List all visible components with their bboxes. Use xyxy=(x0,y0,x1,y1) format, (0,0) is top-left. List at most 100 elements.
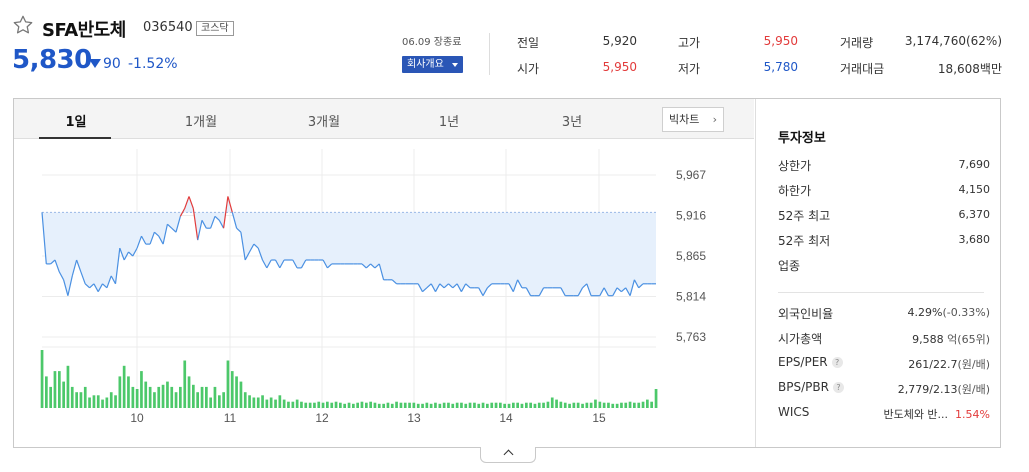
volume-bar xyxy=(109,392,113,408)
current-price: 5,830 xyxy=(12,45,92,75)
volume-bar xyxy=(330,402,334,408)
volume-bar xyxy=(594,399,597,408)
bps-pbr-unit: (원/배) xyxy=(957,383,990,396)
volume-bar xyxy=(174,392,178,408)
volume-bar xyxy=(334,401,338,408)
volume-bar xyxy=(386,402,390,408)
tab-1day[interactable]: 1일 xyxy=(36,111,116,130)
lower-limit-label: 하한가 xyxy=(778,184,812,198)
volume-bar xyxy=(525,402,528,408)
volume-bar xyxy=(373,402,377,408)
upper-limit-label: 상한가 xyxy=(778,159,812,173)
volume-bar xyxy=(192,384,195,408)
company-overview-button[interactable]: 회사개요 xyxy=(402,56,463,73)
big-chart-label: 빅차트 xyxy=(669,113,700,126)
help-icon[interactable]: ? xyxy=(832,382,844,393)
volume-bar xyxy=(218,395,221,408)
volume-bar xyxy=(304,402,308,408)
volume-bar xyxy=(83,386,87,408)
star-icon[interactable] xyxy=(12,14,34,36)
big-chart-button[interactable]: 빅차트 › xyxy=(662,107,724,132)
volume-bar xyxy=(455,402,459,408)
volume-bar xyxy=(243,392,247,408)
volume-bar xyxy=(140,371,143,408)
volume-bar xyxy=(144,381,148,408)
volume-bar xyxy=(118,376,122,408)
volume-bar xyxy=(512,402,515,408)
volume-bar xyxy=(620,402,623,408)
volume-bar xyxy=(291,401,295,408)
volume-bar xyxy=(408,402,411,408)
help-icon[interactable]: ? xyxy=(831,357,843,368)
volume-bar xyxy=(53,371,57,408)
volume-bar xyxy=(416,403,420,408)
volume-bar xyxy=(196,392,199,408)
volume-bar xyxy=(641,401,645,408)
volume-bar xyxy=(568,403,571,408)
volume-bar xyxy=(122,365,126,408)
volume-bar xyxy=(179,386,182,408)
volume-bar xyxy=(425,402,429,408)
volume-bar xyxy=(611,403,615,408)
tab-3months[interactable]: 3개월 xyxy=(284,111,364,130)
stock-code: 036540 xyxy=(143,20,193,35)
prev-close-label: 전일 xyxy=(517,36,540,50)
volume-bar xyxy=(278,395,282,408)
eps-per-text: EPS/PER xyxy=(778,355,828,369)
tab-3years[interactable]: 3년 xyxy=(532,111,612,130)
volume-bar xyxy=(213,386,217,408)
wics-sector[interactable]: 반도체와 반... xyxy=(883,408,948,421)
volume-bar xyxy=(442,402,446,408)
volume-bar xyxy=(486,403,489,408)
foreign-ratio-value: 4.29%(-0.33%) xyxy=(908,306,990,319)
market-cap-label: 시가총액 xyxy=(778,332,823,346)
volume-bar xyxy=(153,392,156,408)
volume-bar xyxy=(261,395,264,408)
volume-bar xyxy=(395,401,398,408)
x-tick-label: 13 xyxy=(407,411,421,425)
52w-high-label: 52주 최고 xyxy=(778,209,831,223)
price-area xyxy=(42,196,656,296)
volume-bar xyxy=(75,392,78,408)
volume-bar xyxy=(360,401,364,408)
volume-bar xyxy=(542,402,545,408)
volume-bar xyxy=(339,402,342,408)
volume-bar xyxy=(633,402,636,408)
open-value: 5,950 xyxy=(602,60,637,74)
volume-bar xyxy=(516,402,519,408)
volume-bar xyxy=(101,399,104,408)
eps-per-value: 261/22.7(원/배) xyxy=(908,356,990,372)
volume-value: 3,174,760(62%) xyxy=(904,34,1002,48)
wics-sector-change: 1.54% xyxy=(955,408,990,421)
volume-bar xyxy=(205,386,208,408)
foreign-ratio-label: 외국인비율 xyxy=(778,307,834,321)
volume-bar xyxy=(576,402,580,408)
volume-bar xyxy=(356,402,359,408)
volume-bar xyxy=(114,395,117,408)
caret-down-icon xyxy=(452,63,458,67)
volume-bar xyxy=(230,371,234,408)
volume-bar xyxy=(628,401,632,408)
intraday-chart[interactable]: 5,967 5,916 5,865 5,814 5,763 10 11 12 13 14 15 xyxy=(14,139,754,449)
tab-1year[interactable]: 1년 xyxy=(409,111,489,130)
x-tick-label: 15 xyxy=(592,411,606,425)
volume-bar xyxy=(187,376,191,408)
volume-bar xyxy=(222,392,225,408)
stock-name: SFA반도체 xyxy=(42,20,126,41)
volume-bar xyxy=(429,403,433,408)
tab-1month[interactable]: 1개월 xyxy=(161,111,241,130)
period-tabs: 1일 1개월 3개월 1년 3년 빅차트 › xyxy=(14,99,754,139)
wics-value: 반도체와 반... 1.54% xyxy=(883,406,990,422)
collapse-button[interactable] xyxy=(480,447,536,463)
volume-bar xyxy=(274,399,277,408)
volume-bar xyxy=(135,389,139,408)
x-tick-label: 10 xyxy=(130,411,144,425)
wics-label: WICS xyxy=(778,405,810,419)
eps-per-number: 261/22.7 xyxy=(908,358,958,371)
foreign-ratio-change: (-0.33%) xyxy=(942,306,991,319)
bps-pbr-text: BPS/PBR xyxy=(778,380,829,394)
volume-bar xyxy=(200,386,204,408)
bps-pbr-number: 2,779/2.13 xyxy=(897,383,958,396)
volume-bar xyxy=(563,402,567,408)
volume-bar xyxy=(166,381,169,408)
